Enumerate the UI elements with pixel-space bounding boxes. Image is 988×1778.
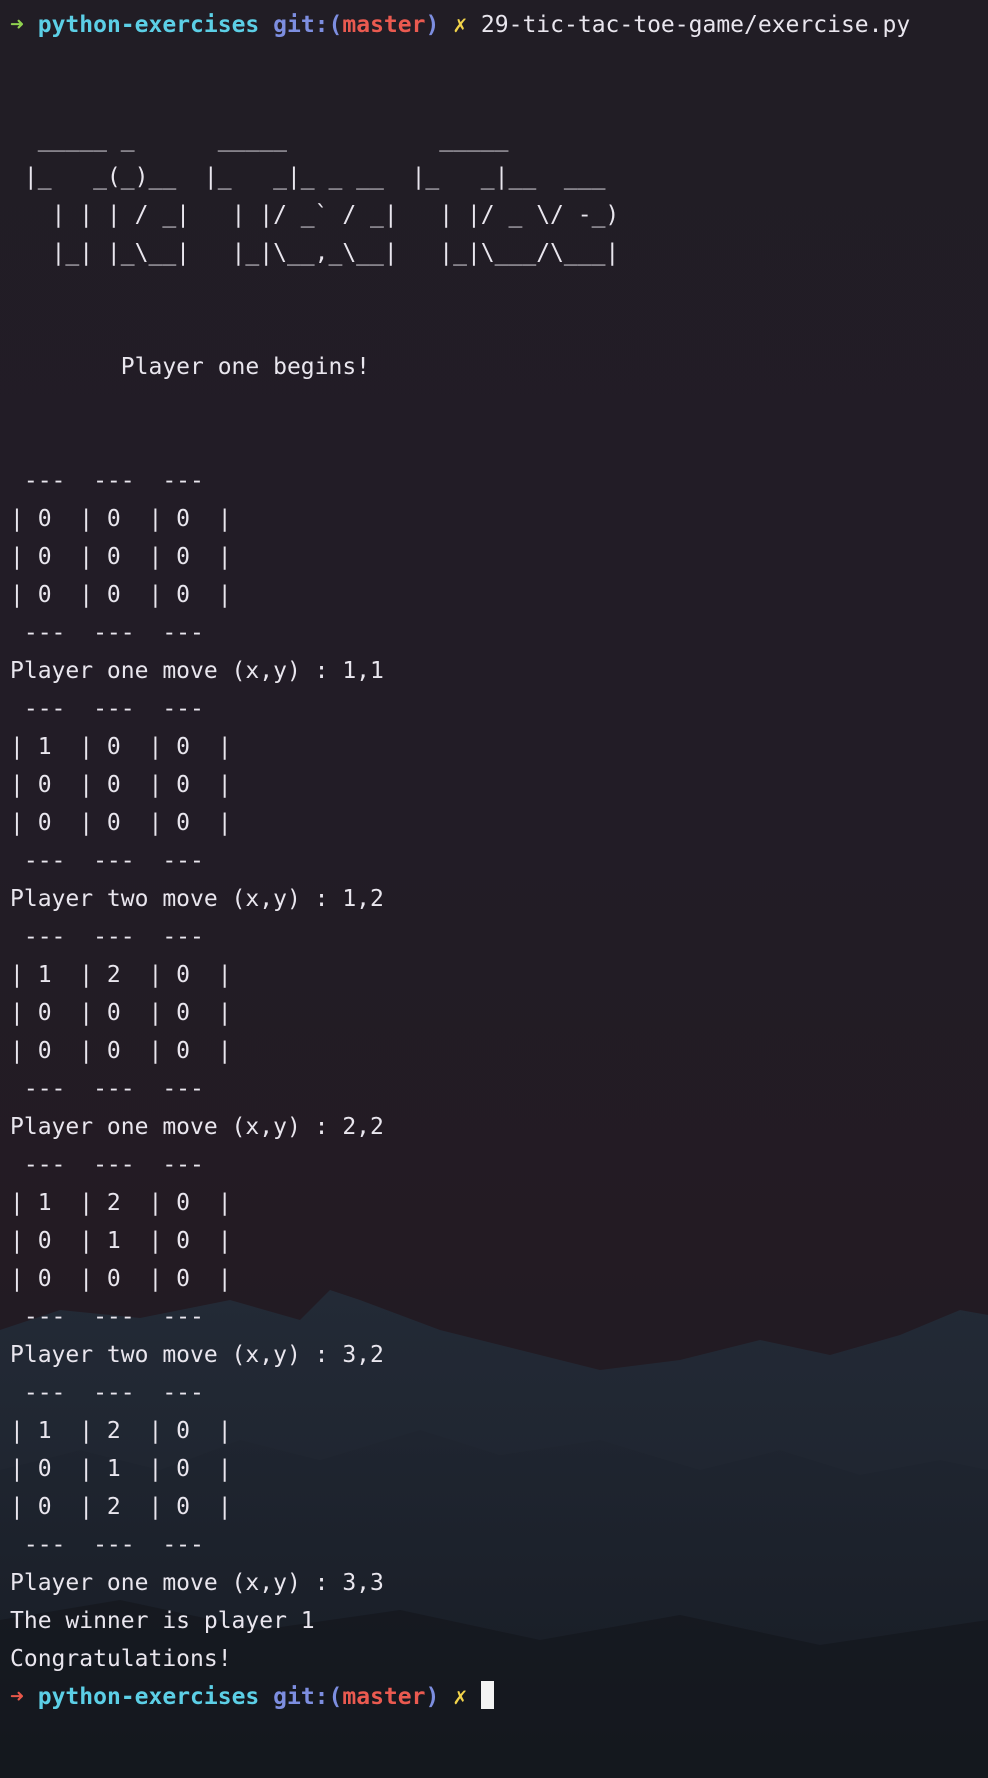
prompt-arrow-icon: ➜ — [10, 12, 24, 38]
git-label: git: — [273, 1684, 329, 1710]
git-paren-close: ) — [425, 12, 440, 38]
terminal-cursor[interactable] — [480, 1681, 494, 1709]
git-dirty-icon: ✗ — [453, 1684, 468, 1710]
board-border-bottom: --- --- --- — [10, 620, 204, 646]
board-row: | 0 | 2 | 0 | — [10, 1494, 232, 1520]
board-border-bottom: --- --- --- — [10, 1532, 204, 1558]
board-border-bottom: --- --- --- — [10, 1076, 204, 1102]
git-label: git: — [273, 12, 329, 38]
board-row: | 0 | 0 | 0 | — [10, 772, 232, 798]
board-border-top: --- --- --- — [10, 1380, 204, 1406]
board-row: | 0 | 1 | 0 | — [10, 1456, 232, 1482]
board-border-bottom: --- --- --- — [10, 1304, 204, 1330]
prompt-line-bottom: ➜ python-exercises git:(master) ✗ — [10, 1678, 978, 1716]
command-text: 29-tic-tac-toe-game/exercise.py — [480, 12, 911, 38]
board-row: | 0 | 0 | 0 | — [10, 582, 232, 608]
git-branch: master — [342, 12, 426, 38]
board-row: | 1 | 2 | 0 | — [10, 1190, 232, 1216]
git-dirty-icon: ✗ — [453, 12, 468, 38]
board-border-top: --- --- --- — [10, 924, 204, 950]
board-border-top: --- --- --- — [10, 696, 204, 722]
board-border-bottom: --- --- --- — [10, 848, 204, 874]
git-branch: master — [342, 1684, 426, 1710]
congrats-message: Congratulations! — [10, 1646, 232, 1672]
ascii-banner-line: |_ _(_)__ |_ _|_ _ __ |_ _|__ ___ — [10, 164, 606, 190]
board-row: | 0 | 0 | 0 | — [10, 810, 232, 836]
ascii-banner-line: _____ _ _____ _____ — [10, 126, 509, 152]
winner-message: The winner is player 1 — [10, 1608, 315, 1634]
player-move-line: Player one move (x,y) : 3,3 — [10, 1570, 384, 1596]
player-move-line: Player two move (x,y) : 3,2 — [10, 1342, 384, 1368]
prompt-line-top: ➜ python-exercises git:(master) ✗ 29-tic… — [10, 6, 978, 44]
git-paren-close: ) — [425, 1684, 440, 1710]
prompt-directory: python-exercises — [37, 12, 260, 38]
terminal-output: ➜ python-exercises git:(master) ✗ 29-tic… — [10, 6, 978, 1716]
ascii-banner-line: | | | / _| | |/ _` / _| | |/ _ \/ -_) — [10, 202, 620, 228]
board-border-top: --- --- --- — [10, 1152, 204, 1178]
board-row: | 0 | 0 | 0 | — [10, 544, 232, 570]
prompt-directory: python-exercises — [37, 1684, 260, 1710]
intro-message: Player one begins! — [10, 354, 371, 380]
prompt-arrow-icon: ➜ — [10, 1684, 24, 1710]
player-move-line: Player two move (x,y) : 1,2 — [10, 886, 384, 912]
board-border-top: --- --- --- — [10, 468, 204, 494]
board-row: | 1 | 2 | 0 | — [10, 1418, 232, 1444]
board-row: | 0 | 1 | 0 | — [10, 1228, 232, 1254]
board-row: | 1 | 2 | 0 | — [10, 962, 232, 988]
board-row: | 0 | 0 | 0 | — [10, 1038, 232, 1064]
player-move-line: Player one move (x,y) : 2,2 — [10, 1114, 384, 1140]
ascii-banner-line: |_| |_\__| |_|\__,_\__| |_|\___/\___| — [10, 240, 620, 266]
board-row: | 0 | 0 | 0 | — [10, 1266, 232, 1292]
git-paren-open: ( — [328, 12, 343, 38]
board-row: | 0 | 0 | 0 | — [10, 506, 232, 532]
git-paren-open: ( — [328, 1684, 343, 1710]
board-row: | 1 | 0 | 0 | — [10, 734, 232, 760]
board-row: | 0 | 0 | 0 | — [10, 1000, 232, 1026]
player-move-line: Player one move (x,y) : 1,1 — [10, 658, 384, 684]
